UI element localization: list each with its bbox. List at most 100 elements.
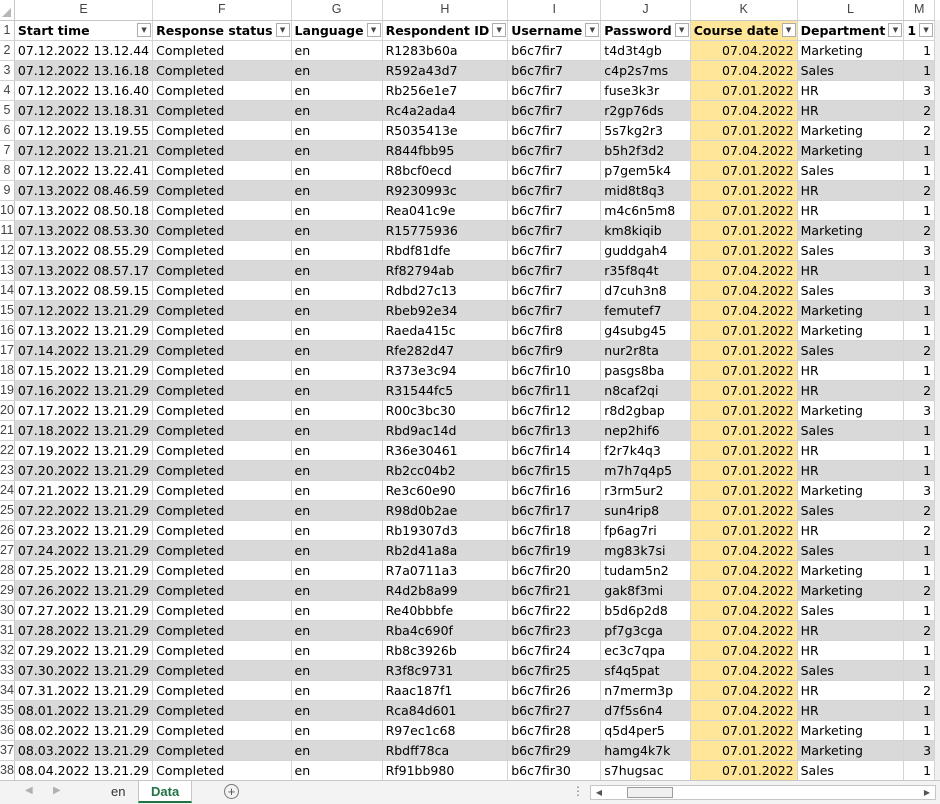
response-status-cell[interactable]: Completed [152,400,292,421]
language-cell[interactable]: en [291,520,383,541]
username-cell[interactable]: b6c7fir16 [507,480,602,501]
password-cell[interactable]: m7h7q4p5 [600,460,691,481]
header-cell[interactable]: Department ▼ [797,20,905,41]
department-cell[interactable]: HR [797,380,905,401]
value-cell[interactable]: 1 [903,420,936,441]
start-time-cell[interactable]: 08.01.2022 13.21.29 [14,700,154,721]
respondent-id-cell[interactable]: Raac187f1 [382,680,509,701]
department-cell[interactable]: HR [797,440,905,461]
respondent-id-cell[interactable]: R00c3bc30 [382,400,509,421]
username-cell[interactable]: b6c7fir7 [507,80,602,101]
language-cell[interactable]: en [291,400,383,421]
language-cell[interactable]: en [291,240,383,261]
department-cell[interactable]: Marketing [797,400,905,421]
scroll-right-icon[interactable]: ▶ [920,786,934,799]
password-cell[interactable]: sf4q5pat [600,660,691,681]
start-time-cell[interactable]: 07.17.2022 13.21.29 [14,400,154,421]
value-cell[interactable]: 1 [903,60,936,81]
column-header[interactable]: I [507,0,602,21]
language-cell[interactable]: en [291,180,383,201]
value-cell[interactable]: 1 [903,360,936,381]
response-status-cell[interactable]: Completed [152,360,292,381]
value-cell[interactable]: 2 [903,580,936,601]
value-cell[interactable]: 2 [903,340,936,361]
response-status-cell[interactable]: Completed [152,540,292,561]
language-cell[interactable]: en [291,320,383,341]
response-status-cell[interactable]: Completed [152,480,292,501]
password-cell[interactable]: q5d4per5 [600,720,691,741]
respondent-id-cell[interactable]: R15775936 [382,220,509,241]
respondent-id-cell[interactable]: R7a0711a3 [382,560,509,581]
username-cell[interactable]: b6c7fir7 [507,160,602,181]
column-header[interactable]: E [14,0,154,21]
row-number[interactable]: 9 [0,180,15,201]
password-cell[interactable]: n7merm3p [600,680,691,701]
language-cell[interactable]: en [291,340,383,361]
row-number[interactable]: 11 [0,220,15,241]
respondent-id-cell[interactable]: Rdbd27c13 [382,280,509,301]
value-cell[interactable]: 1 [903,140,936,161]
respondent-id-cell[interactable]: R98d0b2ae [382,500,509,521]
language-cell[interactable]: en [291,160,383,181]
username-cell[interactable]: b6c7fir7 [507,240,602,261]
row-number[interactable]: 14 [0,280,15,301]
value-cell[interactable]: 1 [903,260,936,281]
response-status-cell[interactable]: Completed [152,760,292,780]
value-cell[interactable]: 1 [903,720,936,741]
course-date-cell[interactable]: 07.04.2022 [690,300,798,321]
password-cell[interactable]: g4subg45 [600,320,691,341]
username-cell[interactable]: b6c7fir10 [507,360,602,381]
course-date-cell[interactable]: 07.04.2022 [690,60,798,81]
start-time-cell[interactable]: 07.28.2022 13.21.29 [14,620,154,641]
password-cell[interactable]: f2r7k4q3 [600,440,691,461]
row-number[interactable]: 6 [0,120,15,141]
horizontal-scrollbar[interactable]: ◀ ▶ [590,785,936,800]
username-cell[interactable]: b6c7fir7 [507,300,602,321]
scroll-thumb[interactable] [627,787,673,798]
department-cell[interactable]: Marketing [797,560,905,581]
language-cell[interactable]: en [291,440,383,461]
respondent-id-cell[interactable]: R31544fc5 [382,380,509,401]
start-time-cell[interactable]: 07.13.2022 08.59.15 [14,280,154,301]
respondent-id-cell[interactable]: Rfe282d47 [382,340,509,361]
respondent-id-cell[interactable]: Re3c60e90 [382,480,509,501]
username-cell[interactable]: b6c7fir17 [507,500,602,521]
response-status-cell[interactable]: Completed [152,180,292,201]
start-time-cell[interactable]: 07.12.2022 13.21.21 [14,140,154,161]
filter-dropdown-icon[interactable]: ▼ [275,22,290,37]
row-number[interactable]: 4 [0,80,15,101]
department-cell[interactable]: Marketing [797,480,905,501]
row-number[interactable]: 13 [0,260,15,281]
password-cell[interactable]: hamg4k7k [600,740,691,761]
course-date-cell[interactable]: 07.04.2022 [690,540,798,561]
course-date-cell[interactable]: 07.01.2022 [690,400,798,421]
respondent-id-cell[interactable]: Raeda415c [382,320,509,341]
row-number[interactable]: 8 [0,160,15,181]
value-cell[interactable]: 1 [903,600,936,621]
username-cell[interactable]: b6c7fir7 [507,100,602,121]
language-cell[interactable]: en [291,760,383,780]
username-cell[interactable]: b6c7fir7 [507,140,602,161]
password-cell[interactable]: r8d2gbap [600,400,691,421]
respondent-id-cell[interactable]: R373e3c94 [382,360,509,381]
response-status-cell[interactable]: Completed [152,280,292,301]
row-number[interactable]: 19 [0,380,15,401]
select-all-corner[interactable] [0,0,15,21]
course-date-cell[interactable]: 07.01.2022 [690,440,798,461]
language-cell[interactable]: en [291,360,383,381]
course-date-cell[interactable]: 07.04.2022 [690,280,798,301]
response-status-cell[interactable]: Completed [152,600,292,621]
value-cell[interactable]: 1 [903,540,936,561]
row-number[interactable]: 10 [0,200,15,221]
response-status-cell[interactable]: Completed [152,560,292,581]
course-date-cell[interactable]: 07.01.2022 [690,360,798,381]
start-time-cell[interactable]: 07.21.2022 13.21.29 [14,480,154,501]
department-cell[interactable]: HR [797,200,905,221]
response-status-cell[interactable]: Completed [152,80,292,101]
value-cell[interactable]: 3 [903,280,936,301]
username-cell[interactable]: b6c7fir7 [507,120,602,141]
password-cell[interactable]: fuse3k3r [600,80,691,101]
language-cell[interactable]: en [291,680,383,701]
filter-dropdown-icon[interactable]: ▼ [888,22,903,37]
department-cell[interactable]: Marketing [797,720,905,741]
